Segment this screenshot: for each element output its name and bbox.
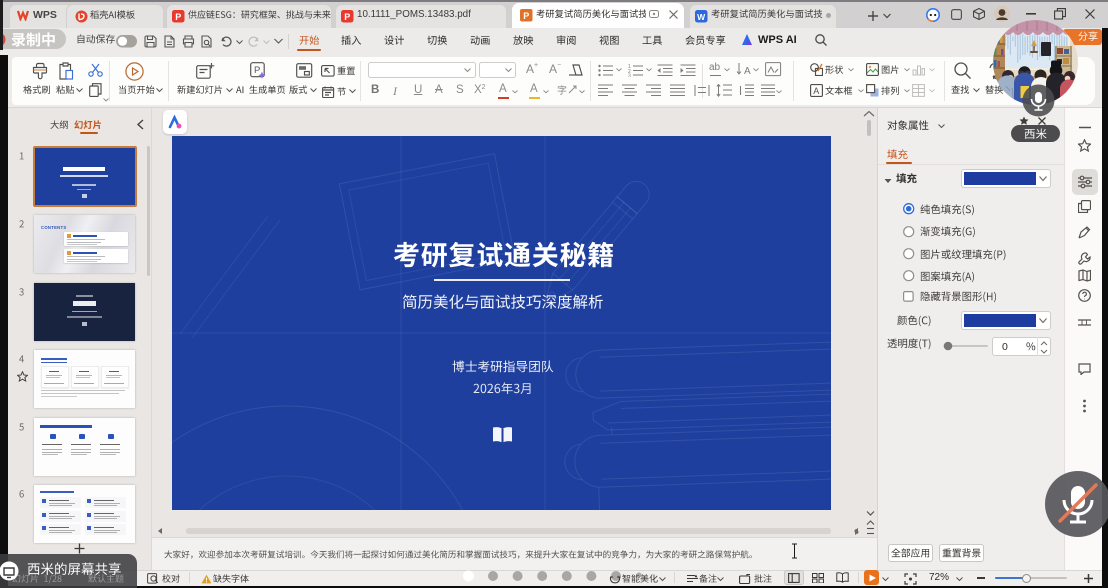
svg-text:A: A <box>744 66 751 77</box>
svg-text:P: P <box>344 11 350 21</box>
svg-text:W: W <box>697 11 706 21</box>
svg-text:A: A <box>813 86 819 96</box>
svg-text:P: P <box>523 11 529 21</box>
svg-text:3: 3 <box>628 74 631 78</box>
svg-text:P: P <box>254 65 260 76</box>
svg-text:P: P <box>175 11 181 21</box>
